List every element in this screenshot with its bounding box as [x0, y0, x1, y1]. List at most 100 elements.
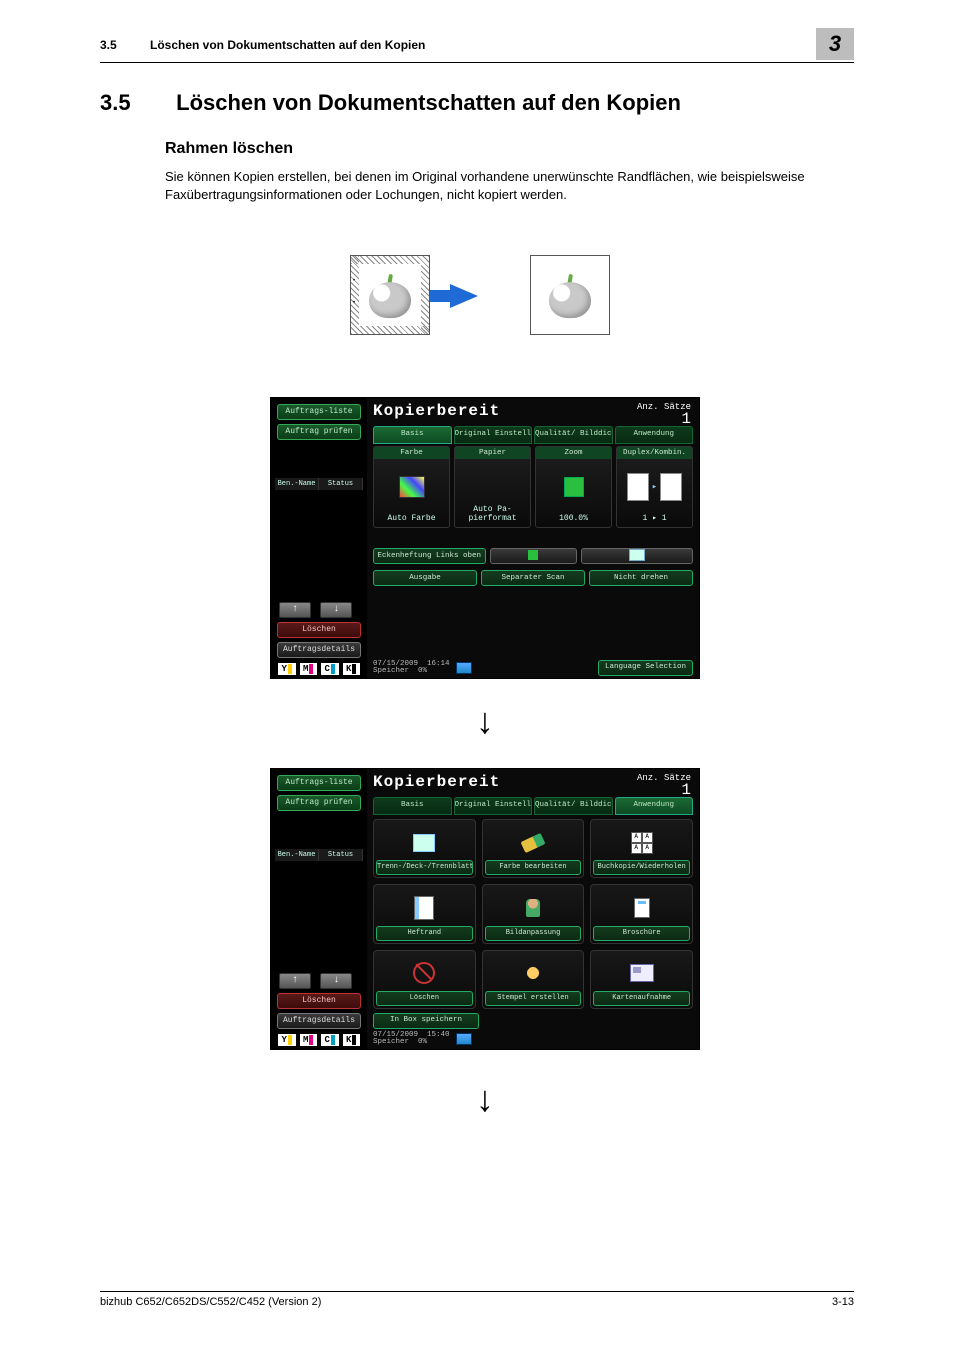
footer-model: bizhub C652/C652DS/C552/C452 (Version 2) — [100, 1296, 321, 1308]
app-margin[interactable]: Heftrand — [373, 884, 476, 943]
toner-m: M — [299, 1033, 319, 1047]
ready-label: Kopierbereit — [373, 402, 500, 420]
section-heading: 3.5 Löschen von Dokumentschatten auf den… — [100, 90, 681, 116]
status-header: Ben.-Name Status — [275, 849, 363, 861]
copier-panel-application: Auftrags-liste Auftrag prüfen Ben.-Name … — [270, 768, 700, 1050]
arrow-down-icon: ↓ — [476, 700, 494, 742]
save-in-box-button[interactable]: In Box speichern — [373, 1013, 479, 1029]
status-header: Ben.-Name Status — [275, 478, 363, 490]
card-icon — [591, 957, 692, 990]
tab-quality[interactable]: Qualität/ Bilddichte — [534, 797, 613, 815]
toner-y: Y — [277, 662, 297, 676]
tab-original[interactable]: Original Einstellung — [454, 426, 533, 444]
person-icon — [483, 891, 584, 924]
tab-basis[interactable]: Basis — [373, 426, 452, 444]
panel-sidebar: Auftrags-liste Auftrag prüfen Ben.-Name … — [271, 769, 367, 1049]
sets-counter: Anz. Sätze 1 — [637, 402, 691, 426]
application-grid: Trenn-/Deck-/Trennblatt Farbe bearbeiten… — [373, 819, 693, 1009]
app-erase[interactable]: Löschen — [373, 950, 476, 1009]
ready-label: Kopierbereit — [373, 773, 500, 791]
subheading: Rahmen löschen — [165, 140, 293, 158]
paper-icon — [455, 465, 530, 509]
check-job-button[interactable]: Auftrag prüfen — [277, 795, 361, 811]
tab-application[interactable]: Anwendung — [615, 426, 694, 444]
panel-sidebar: Auftrags-liste Auftrag prüfen Ben.-Name … — [271, 398, 367, 678]
job-details-button[interactable]: Auftragsdetails — [277, 1013, 361, 1029]
copier-panel-basis: Auftrags-liste Auftrag prüfen Ben.-Name … — [270, 397, 700, 679]
job-list-button[interactable]: Auftrags-liste — [277, 775, 361, 791]
info-icon[interactable] — [456, 1033, 472, 1045]
arrow-down-icon[interactable]: ↓ — [320, 973, 352, 989]
app-insert-sheet[interactable]: Trenn-/Deck-/Trennblatt — [373, 819, 476, 878]
section-number: 3.5 — [100, 90, 170, 116]
check-job-button[interactable]: Auftrag prüfen — [277, 424, 361, 440]
info-icon[interactable] — [456, 662, 472, 674]
row-staple: Eckenheftung Links oben — [373, 548, 693, 564]
arrow-down-icon: ↓ — [476, 1078, 494, 1120]
tab-original[interactable]: Original Einstellung — [454, 797, 533, 815]
tab-quality[interactable]: Qualität/ Bilddichte — [534, 426, 613, 444]
apple-icon — [369, 276, 411, 318]
toner-c: C — [320, 662, 340, 676]
toner-y: Y — [277, 1033, 297, 1047]
scroll-arrows: ↑ ↓ — [279, 973, 356, 989]
sets-counter: Anz. Sätze 1 — [637, 773, 691, 797]
separate-scan-button[interactable]: Separater Scan — [481, 570, 585, 586]
toner-k: K — [342, 1033, 362, 1047]
arrow-up-icon[interactable]: ↑ — [279, 602, 311, 618]
delete-button[interactable]: Löschen — [277, 993, 361, 1009]
no-rotate-button[interactable]: Nicht drehen — [589, 570, 693, 586]
eraser-icon — [483, 826, 584, 859]
cell-color[interactable]: Farbe Auto Farbe — [373, 446, 450, 528]
arrow-right-icon — [450, 284, 478, 308]
runhead-section: 3.5 — [100, 38, 117, 52]
margin-icon — [374, 891, 475, 924]
row-output: Ausgabe Separater Scan Nicht drehen — [373, 570, 693, 586]
delete-button[interactable]: Löschen — [277, 622, 361, 638]
cell-duplex[interactable]: Duplex/Kombin. ▸ 1 ▸ 1 — [616, 446, 693, 528]
app-edit-color[interactable]: Farbe bearbeiten — [482, 819, 585, 878]
job-list-button[interactable]: Auftrags-liste — [277, 404, 361, 420]
timestamp: 07/15/2009 15:40 Speicher 0% — [373, 1032, 450, 1047]
app-booklet[interactable]: Broschüre — [590, 884, 693, 943]
basis-grid: Farbe Auto Farbe Papier Auto Pa-pierform… — [373, 446, 693, 528]
runhead-title: Löschen von Dokumentschatten auf den Kop… — [150, 38, 425, 52]
frame-erase-illustration: • • — [350, 250, 610, 340]
panel-footer: 07/15/2009 16:14 Speicher 0% Language Se… — [373, 660, 693, 676]
tab-basis[interactable]: Basis — [373, 797, 452, 815]
corner-staple[interactable]: Eckenheftung Links oben — [373, 548, 486, 564]
repeat-pages-icon: AAAA — [591, 826, 692, 859]
job-details-button[interactable]: Auftragsdetails — [277, 642, 361, 658]
toner-m: M — [299, 662, 319, 676]
app-image-adjust[interactable]: Bildanpassung — [482, 884, 585, 943]
arrow-up-icon[interactable]: ↑ — [279, 973, 311, 989]
color-icon — [374, 465, 449, 509]
tab-application[interactable]: Anwendung — [615, 797, 694, 815]
toner-c: C — [320, 1033, 340, 1047]
body-paragraph: Sie können Kopien erstellen, bei denen i… — [165, 168, 854, 203]
toner-k: K — [342, 662, 362, 676]
language-button[interactable]: Language Selection — [598, 660, 693, 676]
timestamp: 07/15/2009 16:14 Speicher 0% — [373, 661, 450, 676]
erase-icon — [374, 957, 475, 990]
app-stamp[interactable]: Stempel erstellen — [482, 950, 585, 1009]
cell-zoom[interactable]: Zoom 100.0% — [535, 446, 612, 528]
output-button[interactable]: Ausgabe — [373, 570, 477, 586]
finishing-preview — [581, 548, 694, 564]
cell-paper[interactable]: Papier Auto Pa-pierformat — [454, 446, 531, 528]
chapter-badge: 3 — [816, 28, 854, 60]
main-tabs: Basis Original Einstellung Qualität/ Bil… — [373, 797, 693, 813]
main-tabs: Basis Original Einstellung Qualität/ Bil… — [373, 426, 693, 442]
app-cardshot[interactable]: Kartenaufnahme — [590, 950, 693, 1009]
zoom-icon — [536, 465, 611, 509]
toner-levels: Y M C K — [277, 1033, 361, 1045]
after-box — [530, 255, 610, 335]
book-icon — [374, 826, 475, 859]
panel-footer: 07/15/2009 15:40 Speicher 0% — [373, 1031, 693, 1047]
section-title: Löschen von Dokumentschatten auf den Kop… — [176, 90, 681, 115]
app-bookcopy-repeat[interactable]: AAAA Buchkopie/Wiederholen — [590, 819, 693, 878]
duplex-icon: ▸ — [617, 465, 692, 509]
arrow-down-icon[interactable]: ↓ — [320, 602, 352, 618]
booklet-icon — [591, 891, 692, 924]
toner-levels: Y M C K — [277, 662, 361, 674]
